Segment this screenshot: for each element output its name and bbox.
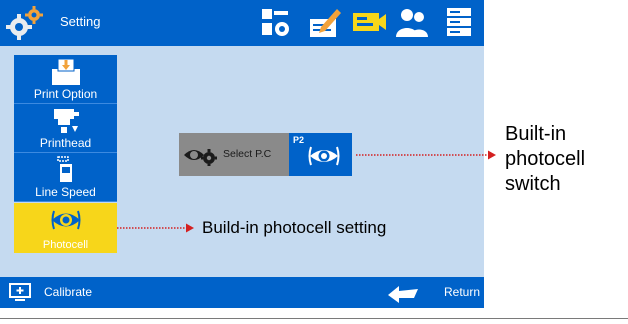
photocell-gear-icon <box>184 149 217 166</box>
sidebar-item-printhead[interactable]: Printhead <box>14 104 117 153</box>
sidebar-item-line-speed[interactable]: Line Speed <box>14 153 117 202</box>
photocell-p2-switch[interactable]: P2 <box>289 133 352 176</box>
sidebar-item-label: Line Speed <box>35 185 96 199</box>
tab-storage[interactable] <box>442 5 478 41</box>
sidebar-item-label: Photocell <box>42 239 89 251</box>
sidebar-item-label: Printhead <box>39 136 92 150</box>
sidebar-item-print-option[interactable]: Print Option <box>14 55 117 104</box>
settings-gears-icon[interactable] <box>6 5 44 41</box>
annotation-builtin-switch: Built-in photocell switch <box>505 122 625 197</box>
sidebar-item-label: Print Option <box>33 87 98 101</box>
annotation-line: photocell <box>505 148 586 170</box>
return-arrow-icon[interactable] <box>388 283 420 303</box>
annotation-line: switch <box>505 173 561 195</box>
page-title: Setting <box>60 14 101 29</box>
photocell-icon <box>51 210 81 230</box>
line-speed-icon <box>57 156 72 182</box>
tab-photocell-camera[interactable] <box>351 5 387 41</box>
storage-icon <box>447 8 471 36</box>
photocell-eye-icon <box>308 146 340 166</box>
print-option-icon <box>52 58 80 85</box>
annotation-photocell-setting: Build-in photocell setting <box>202 218 387 237</box>
p2-tag: P2 <box>293 135 305 145</box>
tab-users[interactable] <box>394 5 430 41</box>
top-bar: Setting <box>0 0 484 46</box>
tab-edit-message[interactable] <box>307 5 343 41</box>
device-screen: Setting Print Option Printhead Line Spee… <box>0 0 484 308</box>
tab-system-settings[interactable] <box>258 5 294 41</box>
edit-message-icon <box>310 9 341 37</box>
calibrate-button[interactable]: Calibrate <box>44 285 92 299</box>
connector-arrowhead-switch <box>488 150 496 160</box>
annotation-line: Built-in <box>505 123 567 145</box>
select-photocell-button[interactable]: Select P.C <box>179 133 289 176</box>
bottom-bar: Calibrate Return <box>0 277 484 308</box>
select-photocell-label: Select P.C <box>223 148 272 160</box>
return-button[interactable]: Return <box>444 285 480 299</box>
printhead-icon <box>54 109 79 133</box>
sidebar-item-photocell[interactable]: Photocell <box>14 203 117 253</box>
photocell-camera-icon <box>353 13 386 31</box>
users-icon <box>396 9 428 37</box>
calibrate-icon[interactable] <box>9 283 31 302</box>
page-divider <box>0 318 628 319</box>
system-settings-icon <box>262 9 289 36</box>
active-tab-indicator <box>361 38 377 46</box>
